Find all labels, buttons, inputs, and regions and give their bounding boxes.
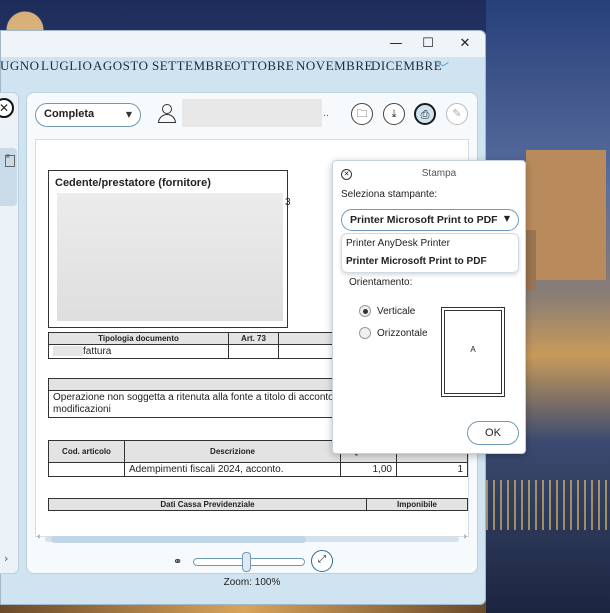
supplier-title: Cedente/prestatore (fornitore) bbox=[55, 177, 211, 189]
table-header: Cod. articolo bbox=[48, 440, 125, 463]
supplier-box: Cedente/prestatore (fornitore) 3 bbox=[48, 170, 291, 328]
orientation-option: Verticale bbox=[377, 306, 416, 317]
side-panel: ✕ ≡ › bbox=[0, 92, 19, 574]
note-text: Operazione non soggetta a ritenuta alla … bbox=[53, 392, 334, 403]
note-text-2: modificazioni bbox=[53, 404, 111, 415]
caret-down-icon: ▼ bbox=[503, 214, 510, 223]
table-cell: fattura bbox=[48, 344, 229, 359]
title-bar: — ☐ ✕ bbox=[1, 31, 485, 57]
month-tab-ottobre[interactable]: OTTOBRE bbox=[231, 58, 294, 74]
folder-icon[interactable]: 🗀 bbox=[351, 103, 373, 125]
download-icon[interactable]: ⤓ bbox=[383, 103, 405, 125]
pension-table: Dati Cassa Previdenziale Imponibile bbox=[48, 498, 468, 511]
horizontal-scrollbar[interactable]: ‹ › bbox=[35, 532, 469, 543]
table-cell bbox=[228, 344, 279, 359]
month-tab-luglio[interactable]: LUGLIO bbox=[41, 58, 92, 74]
binoculars-icon: ⚭ bbox=[173, 555, 183, 568]
radio-horizontal[interactable] bbox=[359, 327, 371, 339]
table-header: Descrizione bbox=[124, 440, 341, 463]
month-tab-giugno[interactable]: UGNO bbox=[0, 58, 40, 74]
zoom-slider[interactable] bbox=[193, 552, 305, 572]
table-cell bbox=[48, 462, 125, 477]
scroll-right-icon[interactable]: › bbox=[463, 532, 467, 542]
scroll-left-icon[interactable]: ‹ bbox=[37, 532, 41, 542]
zoom-bar: ⚭ ⤢ Zoom: 100% bbox=[27, 550, 477, 588]
print-icon[interactable]: ⎙ bbox=[414, 103, 436, 125]
filter-dropdown[interactable]: Completa ▼ bbox=[35, 103, 141, 127]
printer-select[interactable]: Printer Microsoft Print to PDF ▼ bbox=[341, 209, 519, 231]
table-cell: 1 bbox=[396, 462, 468, 477]
client-field-redacted[interactable] bbox=[182, 99, 322, 127]
month-tab-settembre[interactable]: SETTEMBRE bbox=[152, 58, 232, 74]
background-dome bbox=[0, 0, 60, 30]
printer-select-label: Seleziona stampante: bbox=[341, 189, 438, 200]
table-cell: Adempimenti fiscali 2024, acconto. bbox=[124, 462, 341, 477]
minimize-icon[interactable]: — bbox=[384, 34, 408, 54]
printer-option[interactable]: Printer AnyDesk Printer bbox=[346, 238, 450, 249]
month-bar: UGNO LUGLIO AGOSTO SETTEMBRE OTTOBRE NOV… bbox=[0, 58, 610, 78]
month-tab-novembre[interactable]: NOVEMBRE bbox=[296, 58, 373, 74]
printer-option[interactable]: Printer Microsoft Print to PDF bbox=[346, 256, 487, 267]
dialog-title: Stampa bbox=[421, 168, 457, 179]
table-header: Imponibile bbox=[366, 498, 468, 511]
user-icon bbox=[157, 103, 177, 125]
maximize-icon[interactable]: ☐ bbox=[416, 34, 440, 54]
print-dialog: ✕ Stampa Seleziona stampante: Printer Mi… bbox=[332, 160, 526, 454]
table-cell: 1,00 bbox=[340, 462, 397, 477]
page-preview: A bbox=[441, 307, 505, 397]
table-header: Dati Cassa Previdenziale bbox=[48, 498, 367, 511]
orientation-option: Orizzontale bbox=[377, 328, 428, 339]
table-header: Tipologia documento bbox=[48, 332, 229, 345]
ok-button[interactable]: OK bbox=[467, 421, 519, 445]
preview-letter: A bbox=[444, 310, 502, 394]
table-header: Art. 73 bbox=[228, 332, 279, 345]
chevron-down-icon[interactable]: ﹀ bbox=[437, 59, 450, 76]
printer-select-value: Printer Microsoft Print to PDF bbox=[350, 214, 498, 226]
document-list-icon: ≡ bbox=[5, 154, 15, 167]
edit-icon: ✎ bbox=[446, 103, 468, 125]
supplier-details-redacted bbox=[57, 193, 283, 321]
zoom-label: Zoom: 100% bbox=[223, 577, 281, 588]
filter-dropdown-value: Completa bbox=[44, 108, 95, 120]
fit-to-page-icon[interactable]: ⤢ bbox=[311, 550, 333, 572]
supplier-extra-text: 3 bbox=[285, 197, 291, 208]
close-icon[interactable]: ✕ bbox=[453, 34, 477, 54]
month-tab-agosto[interactable]: AGOSTO bbox=[93, 58, 149, 74]
scrollbar-thumb[interactable] bbox=[51, 536, 306, 543]
chevron-right-icon[interactable]: › bbox=[4, 552, 8, 565]
radio-vertical[interactable] bbox=[359, 305, 371, 317]
month-tab-dicembre[interactable]: DICEMBRE bbox=[371, 58, 442, 74]
client-field-ellipsis: .. bbox=[323, 107, 330, 119]
caret-down-icon: ▼ bbox=[125, 110, 132, 119]
close-panel-icon[interactable]: ✕ bbox=[0, 98, 14, 118]
orientation-label: Orientamento: bbox=[349, 277, 413, 288]
zoom-slider-knob[interactable] bbox=[242, 552, 251, 572]
printer-dropdown-list: Printer AnyDesk Printer Printer Microsof… bbox=[341, 233, 519, 273]
